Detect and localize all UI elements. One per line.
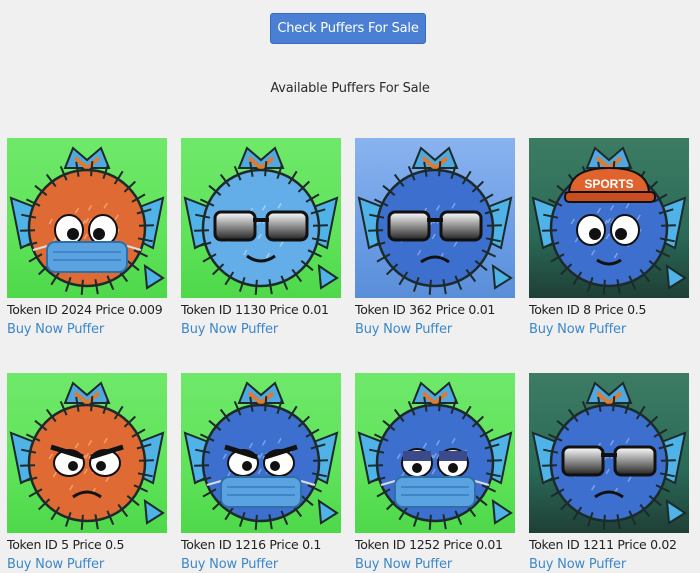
- token-caption: Token ID 5 Price 0.5: [7, 537, 125, 552]
- puffer-image[interactable]: [529, 373, 689, 533]
- token-caption: Token ID 8 Price 0.5: [529, 302, 647, 317]
- puffer-image[interactable]: [355, 373, 515, 533]
- buy-now-link[interactable]: Buy Now Puffer: [529, 557, 626, 572]
- buy-now-link[interactable]: Buy Now Puffer: [181, 322, 278, 337]
- face-mask: [32, 241, 142, 273]
- puffer-image[interactable]: [7, 138, 167, 298]
- check-puffers-button[interactable]: Check Puffers For Sale: [270, 13, 426, 44]
- puffer-card: Token ID 2024 Price 0.009 Buy Now Puffer: [7, 138, 177, 337]
- token-caption: Token ID 1211 Price 0.02: [529, 537, 677, 552]
- token-caption: Token ID 1252 Price 0.01: [355, 537, 503, 552]
- svg-text:SPORTS: SPORTS: [584, 177, 633, 191]
- puffer-image[interactable]: [181, 373, 341, 533]
- buy-now-link[interactable]: Buy Now Puffer: [529, 322, 626, 337]
- buy-now-link[interactable]: Buy Now Puffer: [355, 557, 452, 572]
- puffer-card: Token ID 1130 Price 0.01 Buy Now Puffer: [181, 138, 351, 337]
- puffer-card: Token ID 362 Price 0.01 Buy Now Puffer: [355, 138, 525, 337]
- buy-now-link[interactable]: Buy Now Puffer: [7, 557, 104, 572]
- puffer-card: Token ID 1211 Price 0.02 Buy Now Puffer: [529, 373, 699, 572]
- buy-now-link[interactable]: Buy Now Puffer: [355, 322, 452, 337]
- puffer-image[interactable]: [181, 138, 341, 298]
- page-title: Available Puffers For Sale: [270, 81, 430, 96]
- token-caption: Token ID 1130 Price 0.01: [181, 302, 329, 317]
- puffer-card: Token ID 1252 Price 0.01 Buy Now Puffer: [355, 373, 525, 572]
- puffer-card: Token ID 5 Price 0.5 Buy Now Puffer: [7, 373, 177, 572]
- puffer-image[interactable]: [355, 138, 515, 298]
- puffer-card: Token ID 1216 Price 0.1 Buy Now Puffer: [181, 373, 351, 572]
- puffer-image[interactable]: [7, 373, 167, 533]
- puffer-image[interactable]: SPORTS: [529, 138, 689, 298]
- buy-now-link[interactable]: Buy Now Puffer: [7, 322, 104, 337]
- face-mask: [206, 476, 316, 508]
- token-caption: Token ID 362 Price 0.01: [355, 302, 496, 317]
- token-caption: Token ID 1216 Price 0.1: [181, 537, 322, 552]
- buy-now-link[interactable]: Buy Now Puffer: [181, 557, 278, 572]
- token-caption: Token ID 2024 Price 0.009: [7, 302, 163, 317]
- puffer-card: SPORTS Token ID 8 Price 0.5 Buy Now Puff…: [529, 138, 699, 337]
- face-mask: [380, 476, 490, 508]
